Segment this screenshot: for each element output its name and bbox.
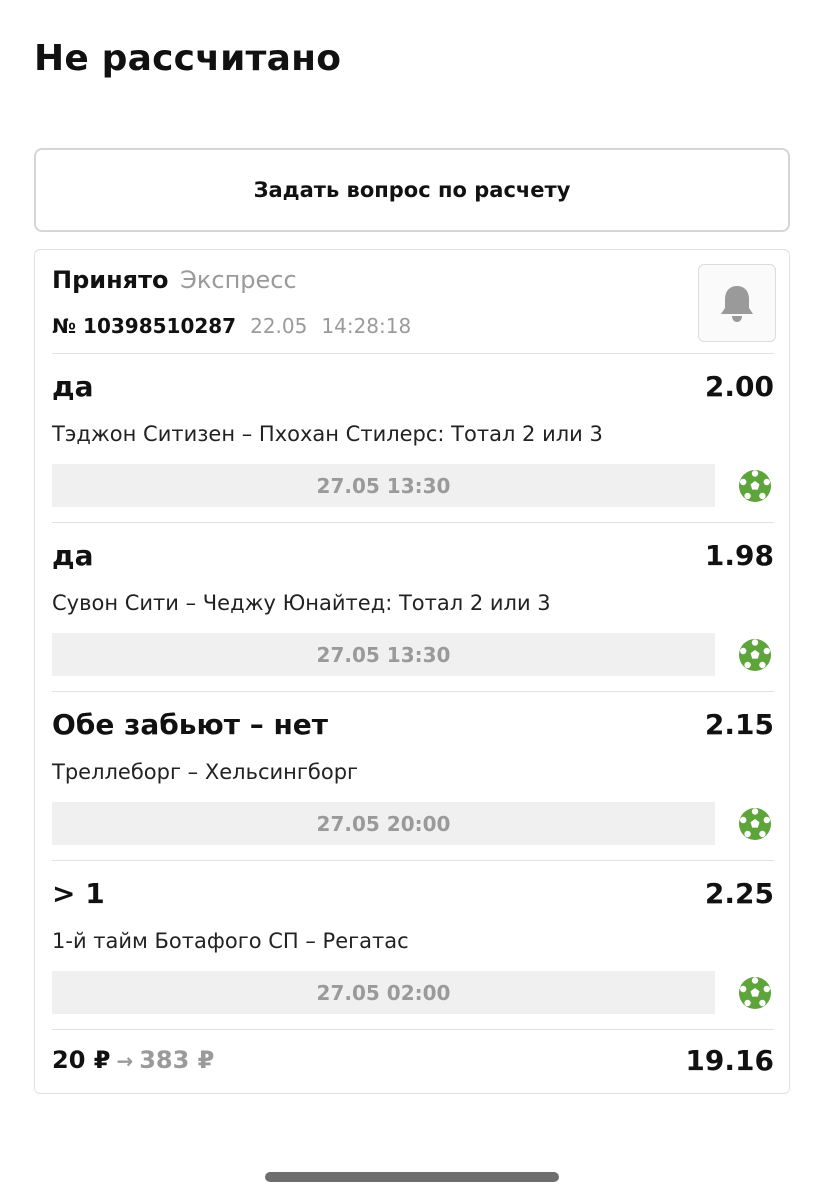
notification-bell-button[interactable] (698, 264, 776, 342)
bet-outcome: да (52, 539, 94, 572)
bet-status: Принято (52, 266, 169, 294)
bet-details-page: Не рассчитано Задать вопрос по расчету П… (0, 0, 824, 1200)
potential-payout: 383 ₽ (139, 1046, 215, 1074)
bet-odds: 2.00 (704, 370, 774, 403)
bet-card-header: Принято Экспресс № 10398510287 22.05 14:28… (52, 250, 776, 354)
bet-summary: 20 ₽ → 383 ₽ 19.16 (52, 1030, 774, 1094)
bet-odds: 2.25 (704, 877, 774, 910)
home-indicator[interactable] (265, 1172, 559, 1182)
arrow-right-icon: → (116, 1049, 134, 1073)
bet-odds: 1.98 (704, 539, 774, 572)
bet-number: № 10398510287 (52, 314, 237, 338)
bet-event-datetime: 27.05 13:30 (52, 633, 715, 676)
soccer-ball-icon (739, 977, 771, 1009)
soccer-ball-icon (739, 470, 771, 502)
bet-match-name: Треллеборг – Хельсингборг (52, 760, 359, 784)
bet-date: 22.05 (250, 314, 308, 338)
bet-item[interactable]: > 1 2.25 1-й тайм Ботафого СП – Регатас … (52, 861, 774, 1030)
bet-item[interactable]: да 1.98 Сувон Сити – Чеджу Юнайтед: Тота… (52, 523, 774, 692)
bet-match-name: Сувон Сити – Чеджу Юнайтед: Тотал 2 или … (52, 591, 551, 615)
bet-status-line: Принято Экспресс (52, 266, 297, 294)
soccer-ball-icon (739, 639, 771, 671)
total-odds: 19.16 (685, 1044, 774, 1077)
stake-line: 20 ₽ → 383 ₽ (52, 1046, 214, 1074)
bet-outcome: Обе забьют – нет (52, 708, 329, 741)
bet-event-datetime: 27.05 20:00 (52, 802, 715, 845)
bet-outcome: > 1 (52, 877, 105, 910)
soccer-ball-icon (739, 808, 771, 840)
bet-outcome: да (52, 370, 94, 403)
ask-settlement-question-button[interactable]: Задать вопрос по расчету (34, 148, 790, 232)
stake-amount: 20 ₽ (52, 1046, 111, 1074)
bet-type: Экспресс (180, 266, 297, 294)
bell-icon (721, 286, 753, 322)
bet-event-datetime: 27.05 02:00 (52, 971, 715, 1014)
bet-match-name: Тэджон Ситизен – Пхохан Стилерс: Тотал 2… (52, 422, 603, 446)
bet-match-name: 1-й тайм Ботафого СП – Регатас (52, 929, 409, 953)
bet-card: Принято Экспресс № 10398510287 22.05 14:28… (34, 249, 790, 1094)
page-title: Не рассчитано (34, 38, 342, 79)
bet-item[interactable]: да 2.00 Тэджон Ситизен – Пхохан Стилерс:… (52, 354, 774, 523)
bet-odds: 2.15 (704, 708, 774, 741)
bet-item[interactable]: Обе забьют – нет 2.15 Треллеборг – Хельс… (52, 692, 774, 861)
bet-event-datetime: 27.05 13:30 (52, 464, 715, 507)
bet-meta: № 10398510287 22.05 14:28:18 (52, 314, 411, 338)
bet-time: 14:28:18 (321, 314, 412, 338)
